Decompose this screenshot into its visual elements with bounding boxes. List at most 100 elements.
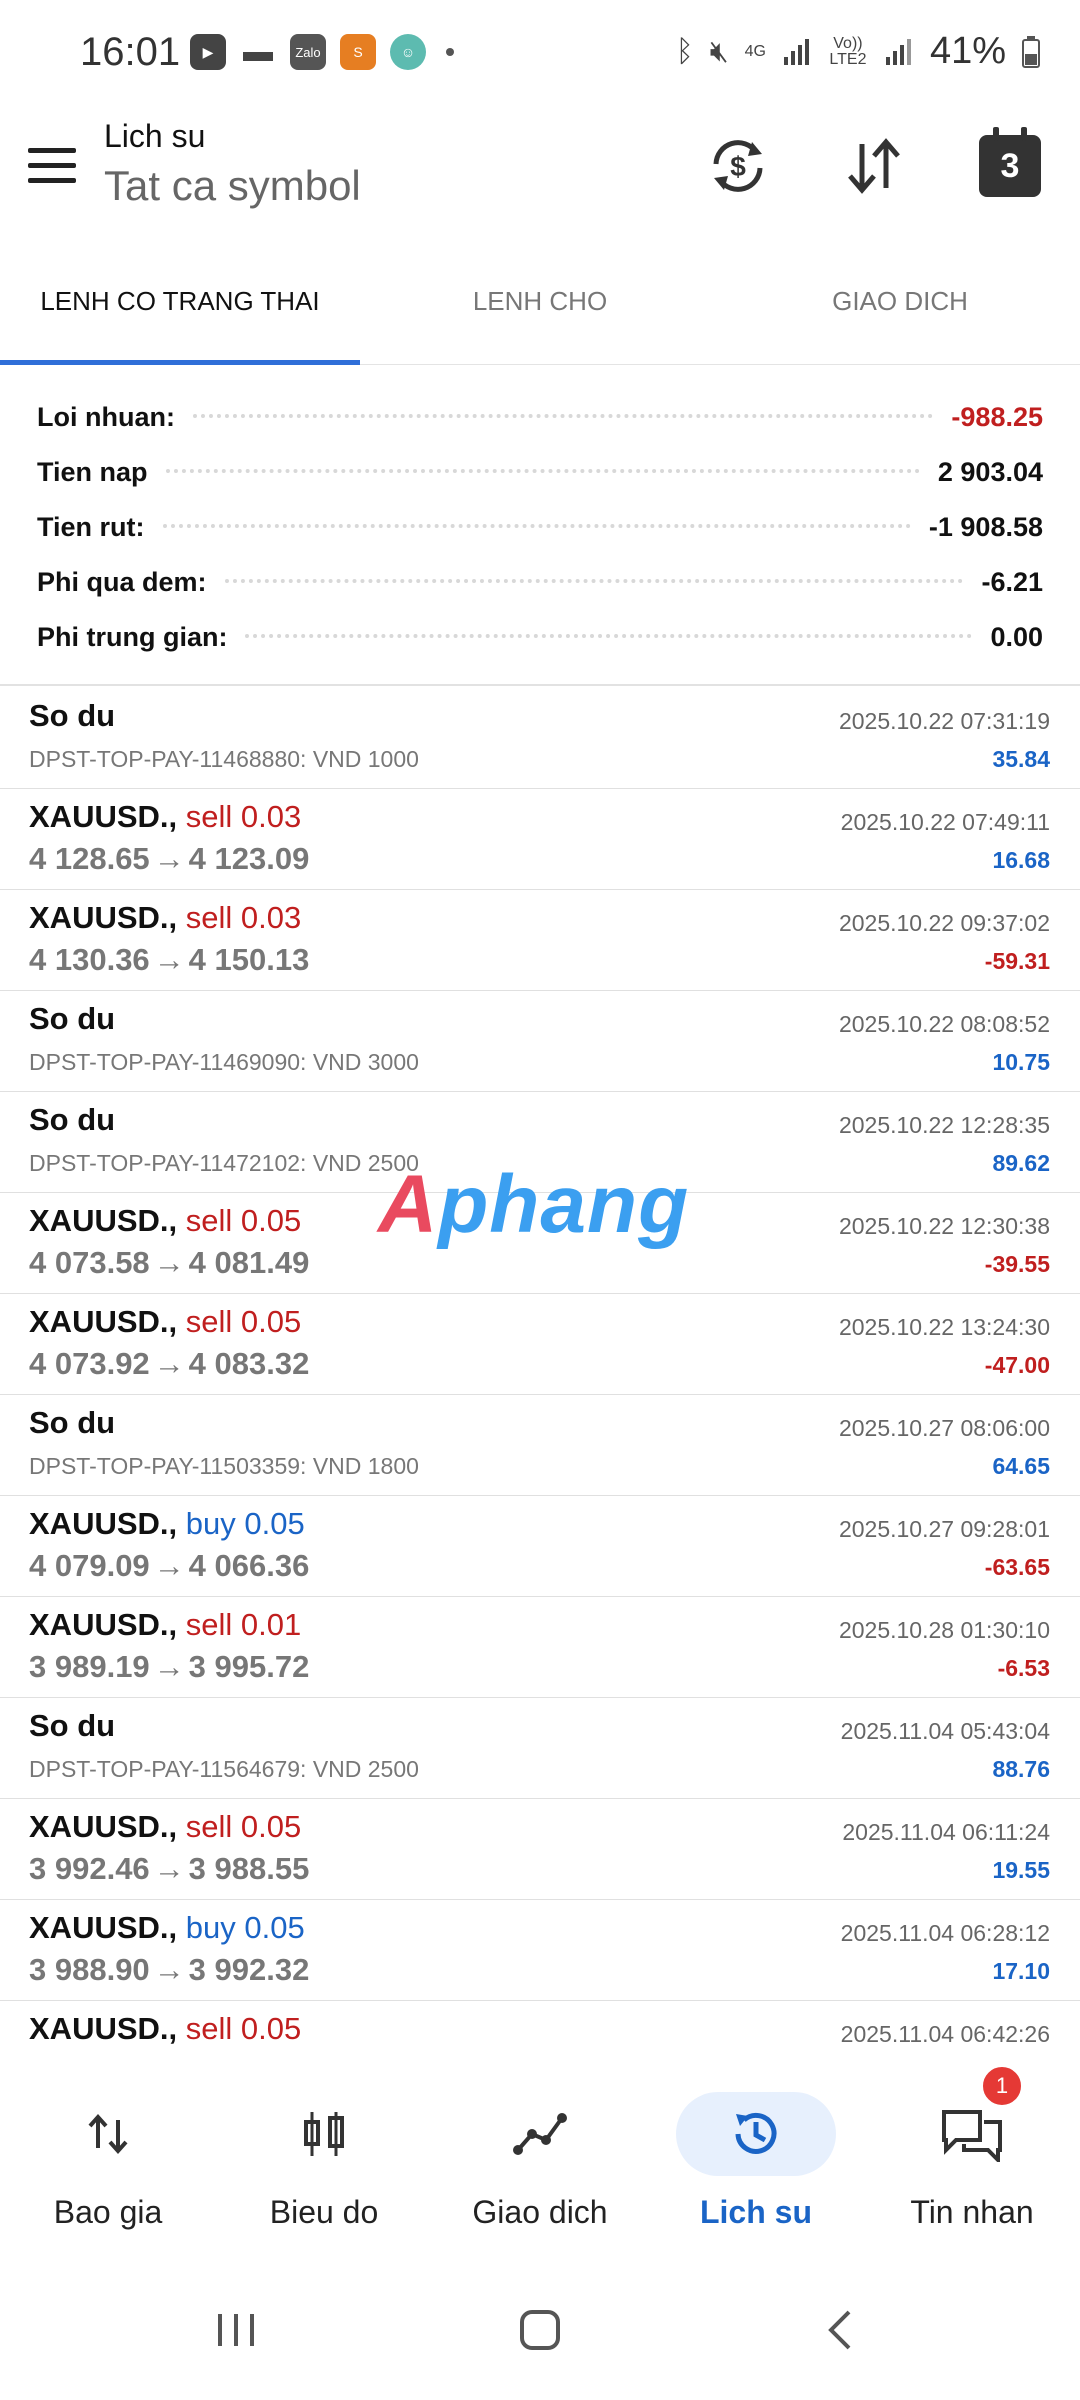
trade-prices: 4 073.92 → 4 083.32 <box>29 1346 309 1382</box>
trade-prices: 4 128.65 → 4 123.09 <box>29 841 309 877</box>
item-datetime: 2025.11.04 05:43:04 <box>840 1718 1050 1744</box>
item-datetime: 2025.11.04 06:28:12 <box>840 1920 1050 1946</box>
more-notifications-icon <box>446 48 454 56</box>
summary-label: Tien rut: <box>37 512 145 542</box>
open-price: 4 130.36 <box>29 942 150 977</box>
trade-prices: 3 992.46 → 3 988.55 <box>29 1851 309 1887</box>
nav-history[interactable]: Lich su <box>648 2044 864 2260</box>
arrow-right-icon: → <box>153 841 185 876</box>
message-icon: ▬ <box>240 34 276 70</box>
balance-comment: DPST-TOP-PAY-11469090: VND 3000 <box>29 1049 419 1075</box>
sendo-icon: S <box>340 34 376 70</box>
volte-label: Vo)) LTE2 <box>829 34 867 68</box>
summary-label: Phi trung gian: <box>37 622 228 652</box>
nav-quotes[interactable]: Bao gia <box>0 2044 216 2260</box>
trade-prices: 4 079.09 → 4 066.36 <box>29 1548 309 1584</box>
item-profit: -59.31 <box>984 948 1050 974</box>
close-price: 3 988.55 <box>188 1851 310 1886</box>
trade-title: XAUUSD., sell 0.05 <box>29 1809 301 1845</box>
tab-bar: LENH CO TRANG THAI LENH CHO GIAO DICH <box>0 262 1080 365</box>
summary-label: Phi qua dem: <box>37 567 207 597</box>
menu-icon[interactable] <box>28 148 76 184</box>
summary-value: -6.21 <box>981 567 1043 597</box>
chart-icon <box>244 2092 404 2176</box>
item-datetime: 2025.10.22 07:49:11 <box>840 809 1050 835</box>
close-price: 4 083.32 <box>188 1346 310 1381</box>
mute-icon: 🔇︎ <box>709 34 729 68</box>
nav-chart[interactable]: Bieu do <box>216 2044 432 2260</box>
close-price: 4 123.09 <box>188 841 310 876</box>
trade-action: sell 0.03 <box>185 900 302 935</box>
trade-title: XAUUSD., sell 0.03 <box>29 799 301 835</box>
open-price: 4 073.92 <box>29 1346 150 1381</box>
trade-action: sell 0.01 <box>185 1607 302 1642</box>
page-title: Lich su <box>104 118 206 154</box>
tab-positions[interactable]: LENH CO TRANG THAI <box>0 262 360 365</box>
network-4g-label: 4G <box>744 42 766 60</box>
signal-2-icon <box>885 38 911 65</box>
sort-icon[interactable] <box>838 130 910 202</box>
balance-row[interactable]: So du DPST-TOP-PAY-11472102: VND 2500 2025… <box>0 1092 1080 1193</box>
item-datetime: 2025.10.22 09:37:02 <box>838 910 1050 936</box>
trade-icon <box>460 2092 620 2176</box>
unread-badge: 1 <box>980 2064 1024 2108</box>
arrow-right-icon: → <box>153 1548 185 1583</box>
trade-action: sell 0.05 <box>185 1304 302 1339</box>
calendar-icon[interactable]: 3 <box>974 127 1046 202</box>
open-price: 3 988.90 <box>29 1952 150 1987</box>
trade-row[interactable]: XAUUSD., buy 0.05 4 079.09 → 4 066.36 2025.1… <box>0 1496 1080 1597</box>
back-button[interactable] <box>800 2300 880 2360</box>
item-profit: 64.65 <box>992 1453 1050 1479</box>
trade-row[interactable]: XAUUSD., sell 0.03 4 130.36 → 4 150.13 2025.… <box>0 890 1080 991</box>
trade-row[interactable]: XAUUSD., sell 0.05 4 073.58 → 4 081.49 2025.… <box>0 1193 1080 1294</box>
trade-row[interactable]: XAUUSD., sell 0.05→2025.11.04 06:42:26 <box>0 2001 1080 2044</box>
trade-title: XAUUSD., sell 0.05 <box>29 1304 301 1340</box>
tab-deals[interactable]: GIAO DICH <box>720 262 1080 364</box>
close-price: 3 995.72 <box>188 1649 310 1684</box>
tab-pending-orders[interactable]: LENH CHO <box>360 262 720 364</box>
item-profit: -47.00 <box>984 1352 1050 1378</box>
svg-text:$: $ <box>730 151 746 182</box>
home-button[interactable] <box>500 2300 580 2360</box>
trade-symbol: XAUUSD., <box>29 799 178 834</box>
balance-row[interactable]: So du DPST-TOP-PAY-11469090: VND 3000 2025… <box>0 991 1080 1092</box>
status-time: 16:01 <box>80 30 181 74</box>
trade-symbol: XAUUSD., <box>29 900 178 935</box>
balance-row[interactable]: So du DPST-TOP-PAY-11503359: VND 1800 2025… <box>0 1395 1080 1496</box>
trade-row[interactable]: XAUUSD., sell 0.03 4 128.65 → 4 123.09 2025.… <box>0 789 1080 890</box>
symbol-filter[interactable]: Tat ca symbol <box>104 162 361 210</box>
item-profit: 19.55 <box>992 1857 1050 1883</box>
dotted-leader <box>245 633 973 638</box>
trade-title: XAUUSD., buy 0.05 <box>29 1506 305 1542</box>
trade-row[interactable]: XAUUSD., sell 0.05 4 073.92 → 4 083.32 2025.… <box>0 1294 1080 1395</box>
balance-row[interactable]: So du DPST-TOP-PAY-11468880: VND 1000 2025… <box>0 688 1080 789</box>
trade-prices: 3 989.19 → 3 995.72 <box>29 1649 309 1685</box>
summary-row-swap: Phi qua dem: -6.21 <box>0 555 1080 610</box>
balance-comment: DPST-TOP-PAY-11503359: VND 1800 <box>29 1453 419 1479</box>
system-navigation <box>0 2260 1080 2400</box>
nav-label: Lich su <box>699 2194 812 2230</box>
trade-symbol: XAUUSD., <box>29 2011 178 2044</box>
trade-title: XAUUSD., sell 0.05 <box>29 1203 301 1239</box>
notification-icons: ▶ ▬ Zalo S ☺ <box>190 34 454 70</box>
balance-title: So du <box>29 1001 116 1036</box>
trade-row[interactable]: XAUUSD., sell 0.01 3 989.19 → 3 995.72 2025.… <box>0 1597 1080 1698</box>
arrow-right-icon: → <box>153 1649 185 1684</box>
nav-trade[interactable]: Giao dich <box>432 2044 648 2260</box>
dotted-leader <box>162 523 911 528</box>
history-list[interactable]: So du DPST-TOP-PAY-11468880: VND 1000 2025… <box>0 688 1080 2044</box>
dotted-leader <box>165 468 920 473</box>
summary-value: 2 903.04 <box>937 457 1043 487</box>
trade-row[interactable]: XAUUSD., buy 0.05 3 988.90 → 3 992.32 2025.1… <box>0 1900 1080 2001</box>
currency-refresh-icon[interactable]: $ <box>702 130 774 202</box>
open-price: 3 992.46 <box>29 1851 150 1886</box>
nav-messages[interactable]: 1 Tin nhan <box>864 2044 1080 2260</box>
balance-title: So du <box>29 1102 116 1137</box>
trade-action: sell 0.03 <box>185 799 302 834</box>
recent-apps-button[interactable] <box>196 2300 276 2360</box>
trade-action: sell 0.05 <box>185 1203 302 1238</box>
trade-row[interactable]: XAUUSD., sell 0.05 3 992.46 → 3 988.55 2025.… <box>0 1799 1080 1900</box>
open-price: 4 128.65 <box>29 841 150 876</box>
balance-row[interactable]: So du DPST-TOP-PAY-11564679: VND 2500 2025… <box>0 1698 1080 1799</box>
item-profit: 10.75 <box>992 1049 1050 1075</box>
